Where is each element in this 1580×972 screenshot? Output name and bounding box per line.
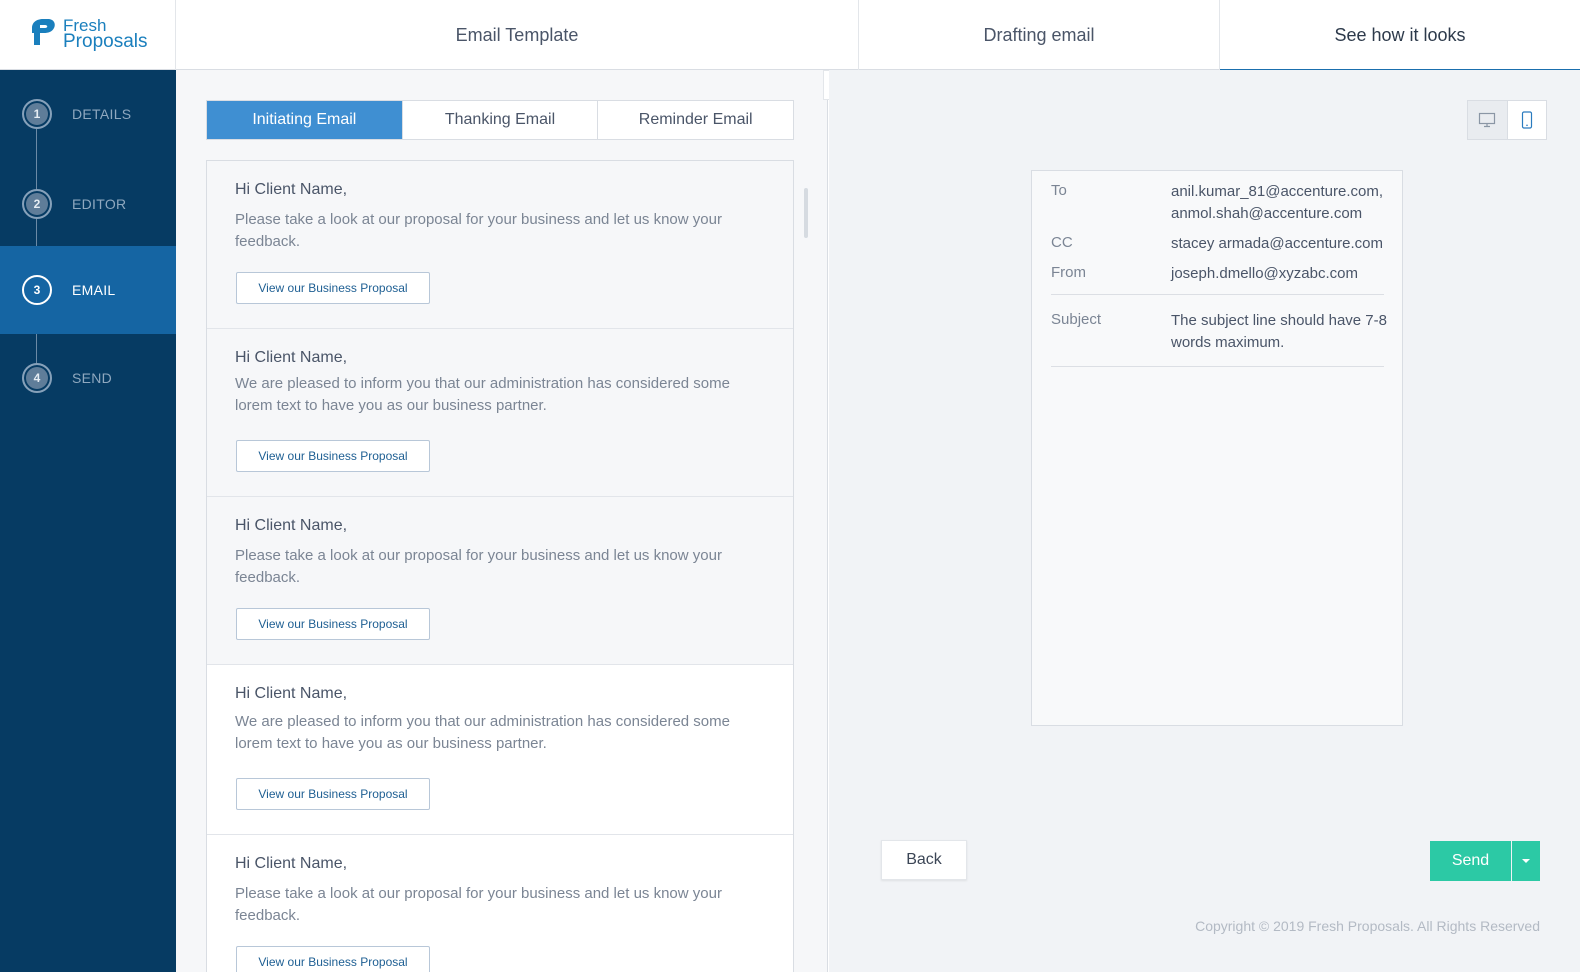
step-number: 3 xyxy=(22,275,52,305)
template-greeting: Hi Client Name, xyxy=(235,855,348,872)
template-body: Please take a look at our proposal for y… xyxy=(235,547,722,586)
logo[interactable]: Fresh Proposals xyxy=(0,0,176,70)
step-number: 2 xyxy=(22,189,52,219)
template-greeting: Hi Client Name, xyxy=(235,685,348,702)
device-toggle xyxy=(1467,100,1547,140)
desktop-icon xyxy=(1479,112,1496,128)
send-options-button[interactable] xyxy=(1512,841,1540,881)
step-number: 1 xyxy=(22,99,52,129)
email-template-panel: Initiating Email Thanking Email Reminder… xyxy=(176,70,828,972)
step-label: EDITOR xyxy=(72,196,127,212)
send-button[interactable]: Send xyxy=(1430,841,1511,881)
top-header: Fresh Proposals Email Template Drafting … xyxy=(0,0,1580,71)
cc-label: CC xyxy=(1051,234,1073,251)
email-type-tabs: Initiating Email Thanking Email Reminder… xyxy=(206,100,794,140)
fresh-proposals-logo-icon xyxy=(32,19,55,45)
template-body: Please take a look at our proposal for y… xyxy=(235,211,722,250)
template-card[interactable]: Hi Client Name, We are pleased to inform… xyxy=(207,329,793,497)
step-label: EMAIL xyxy=(72,282,116,298)
tab-initiating-email[interactable]: Initiating Email xyxy=(207,101,402,139)
tab-drafting-email[interactable]: Drafting email xyxy=(858,0,1219,70)
step-details[interactable]: 1 DETAILS xyxy=(0,70,176,158)
template-list[interactable]: Hi Client Name, Please take a look at ou… xyxy=(206,160,794,972)
divider xyxy=(1051,294,1384,295)
mobile-view-button[interactable] xyxy=(1508,101,1547,139)
template-greeting: Hi Client Name, xyxy=(235,349,348,366)
subject-label: Subject xyxy=(1051,311,1102,328)
step-number: 4 xyxy=(22,363,52,393)
template-card[interactable]: Hi Client Name, Please take a look at ou… xyxy=(207,835,793,972)
to-value: anil.kumar_81@accenture.com, anmol.shah@… xyxy=(1171,183,1383,222)
step-editor[interactable]: 2 EDITOR xyxy=(0,160,176,248)
step-email[interactable]: 3 EMAIL xyxy=(0,246,176,334)
template-greeting: Hi Client Name, xyxy=(235,181,348,198)
tab-email-template[interactable]: Email Template xyxy=(176,0,858,70)
step-label: DETAILS xyxy=(72,106,132,122)
logo-text: Fresh Proposals xyxy=(63,17,148,52)
step-label: SEND xyxy=(72,370,113,386)
email-preview-card: To anil.kumar_81@accenture.com, anmol.sh… xyxy=(1031,170,1403,726)
desktop-view-button[interactable] xyxy=(1468,101,1508,139)
tab-see-how-it-looks[interactable]: See how it looks xyxy=(1219,0,1580,71)
scrollbar-thumb[interactable] xyxy=(804,188,808,238)
copyright-text: Copyright © 2019 Fresh Proposals. All Ri… xyxy=(1195,918,1540,934)
view-proposal-button[interactable]: View our Business Proposal xyxy=(236,946,430,972)
template-card[interactable]: Hi Client Name, We are pleased to inform… xyxy=(207,665,793,835)
caret-down-icon xyxy=(1522,859,1530,863)
app-root: Fresh Proposals Email Template Drafting … xyxy=(0,0,1580,972)
tab-reminder-email[interactable]: Reminder Email xyxy=(597,101,793,139)
template-greeting: Hi Client Name, xyxy=(235,517,348,534)
email-preview-panel: To anil.kumar_81@accenture.com, anmol.sh… xyxy=(829,70,1580,972)
template-body: We are pleased to inform you that our ad… xyxy=(235,713,730,752)
template-card[interactable]: Hi Client Name, Please take a look at ou… xyxy=(207,161,793,329)
back-button[interactable]: Back xyxy=(881,840,967,880)
template-body: We are pleased to inform you that our ad… xyxy=(235,375,730,414)
step-send[interactable]: 4 SEND xyxy=(0,334,176,422)
mobile-icon xyxy=(1521,111,1532,129)
from-value: joseph.dmello@xyzabc.com xyxy=(1171,265,1358,282)
view-proposal-button[interactable]: View our Business Proposal xyxy=(236,440,430,472)
subject-value: The subject line should have 7-8 words m… xyxy=(1171,312,1387,351)
template-card[interactable]: Hi Client Name, Please take a look at ou… xyxy=(207,497,793,665)
tab-thanking-email[interactable]: Thanking Email xyxy=(401,101,598,139)
to-label: To xyxy=(1051,182,1067,199)
divider xyxy=(1051,366,1384,367)
view-proposal-button[interactable]: View our Business Proposal xyxy=(236,608,430,640)
cc-value: stacey armada@accenture.com xyxy=(1171,235,1383,252)
template-body: Please take a look at our proposal for y… xyxy=(235,885,722,924)
view-proposal-button[interactable]: View our Business Proposal xyxy=(236,272,430,304)
steps-sidebar: 1 DETAILS 2 EDITOR 3 EMAIL 4 SEND xyxy=(0,70,176,972)
logo-line-2: Proposals xyxy=(63,31,148,52)
view-proposal-button[interactable]: View our Business Proposal xyxy=(236,778,430,810)
from-label: From xyxy=(1051,264,1086,281)
